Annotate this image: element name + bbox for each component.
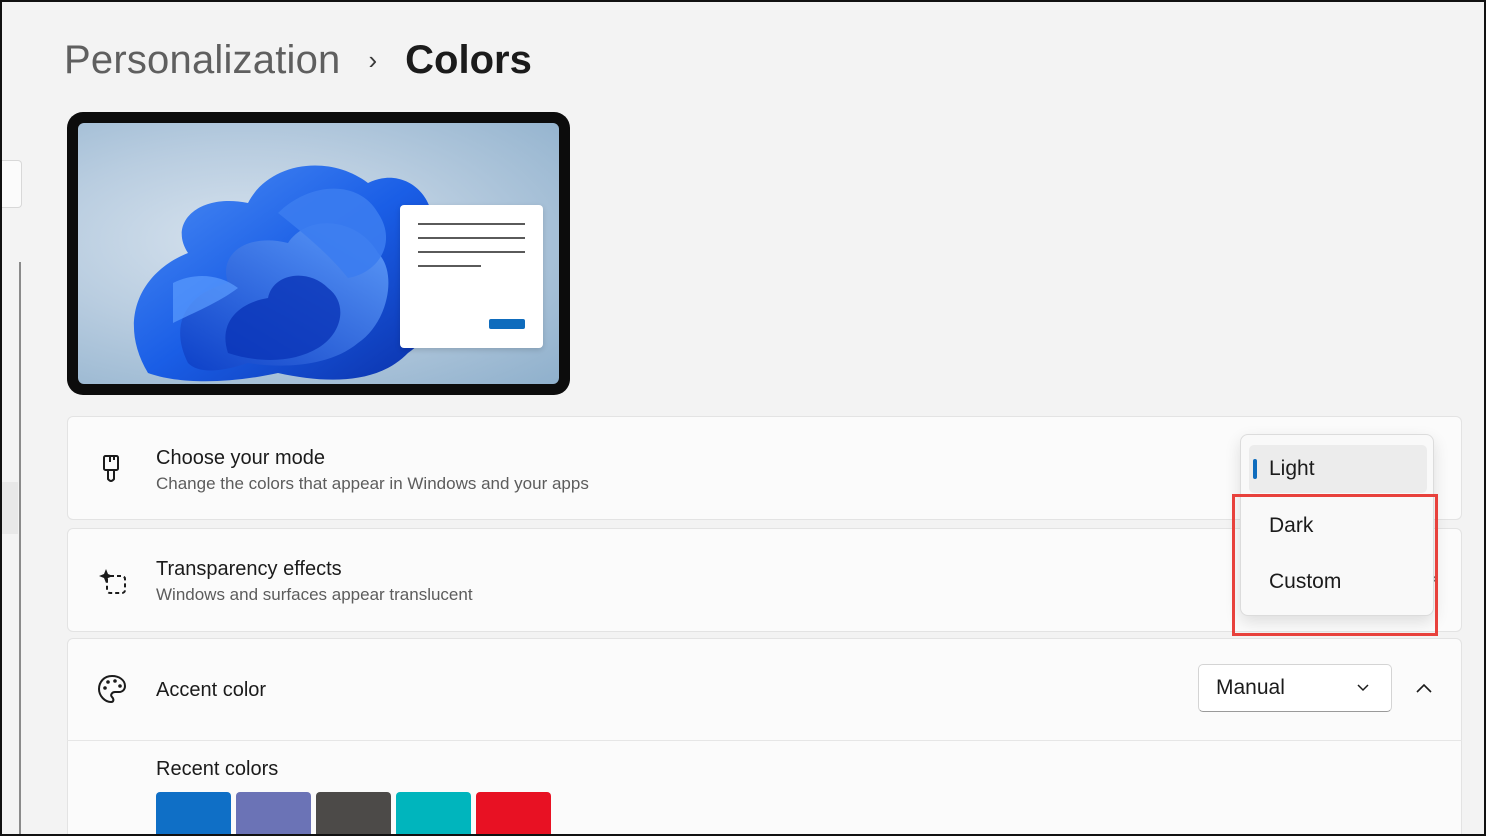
page-title: Colors	[405, 37, 532, 82]
selection-indicator	[1253, 459, 1257, 479]
accent-mode-select[interactable]: Manual	[1198, 664, 1392, 712]
theme-preview	[67, 112, 570, 395]
color-swatch[interactable]	[156, 792, 231, 836]
breadcrumb-parent[interactable]: Personalization	[64, 38, 341, 83]
nav-selected-item[interactable]	[0, 482, 18, 534]
accent-divider	[67, 740, 1462, 741]
mode-option-label: Light	[1269, 457, 1315, 480]
palette-icon	[97, 674, 127, 704]
mode-title: Choose your mode	[156, 447, 325, 469]
preview-accent-button	[489, 319, 525, 329]
recent-colors-list	[156, 792, 551, 836]
breadcrumb-chevron-icon: ›	[368, 44, 378, 75]
mode-option-label: Custom	[1269, 570, 1342, 593]
nav-scrollbar[interactable]	[19, 262, 21, 836]
preview-window	[400, 205, 543, 348]
chevron-down-icon	[1357, 684, 1369, 692]
mode-dropdown-menu: Light Dark Custom	[1240, 434, 1434, 616]
preview-line	[418, 223, 525, 225]
color-swatch[interactable]	[236, 792, 311, 836]
transparency-title: Transparency effects	[156, 558, 342, 580]
accent-title: Accent color	[156, 679, 267, 701]
preview-line	[418, 265, 481, 267]
mode-option-label: Dark	[1269, 514, 1314, 537]
mode-option-dark[interactable]: Dark	[1249, 502, 1427, 550]
transparency-icon	[99, 569, 126, 594]
nav-search-stub[interactable]	[0, 160, 22, 208]
mode-option-light[interactable]: Light	[1249, 445, 1427, 493]
color-swatch[interactable]	[396, 792, 471, 836]
mode-description: Change the colors that appear in Windows…	[156, 474, 589, 493]
breadcrumb: Personalization › Colors	[64, 34, 532, 86]
recent-colors-label: Recent colors	[156, 758, 279, 780]
chevron-up-icon[interactable]	[1414, 680, 1434, 696]
paintbrush-icon	[103, 455, 119, 482]
color-swatch[interactable]	[476, 792, 551, 836]
color-swatch[interactable]	[316, 792, 391, 836]
preview-line	[418, 237, 525, 239]
mode-option-custom[interactable]: Custom	[1249, 558, 1427, 606]
preview-line	[418, 251, 525, 253]
preview-wallpaper	[78, 123, 559, 384]
transparency-description: Windows and surfaces appear translucent	[156, 585, 473, 604]
accent-mode-value: Manual	[1216, 676, 1285, 699]
